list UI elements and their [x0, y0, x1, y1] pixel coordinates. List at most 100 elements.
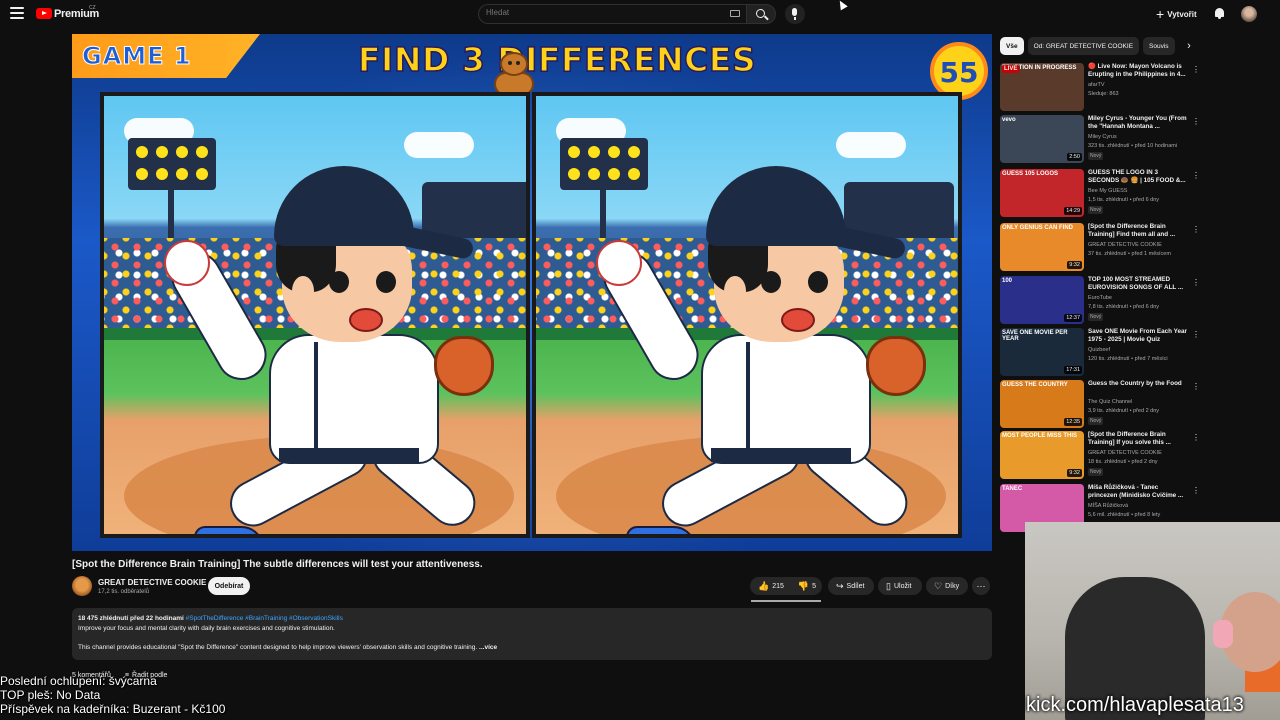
recommended-title[interactable]: 🔴 Live Now: Mayon Volcano is Erupting in…: [1088, 63, 1188, 79]
recommended-title[interactable]: Míša Růžičková - Tanec princezen (Minidi…: [1088, 484, 1188, 500]
thumbnail-text: ONLY GENIUS CAN FIND: [1002, 225, 1074, 231]
recommended-meta: 1,5 tis. zhlédnutí • před 6 dny: [1088, 197, 1160, 203]
puzzle-image-left[interactable]: [100, 92, 530, 538]
recommended-video[interactable]: GUESS 105 LOGOS 14:29 GUESS THE LOGO IN 3 …: [1000, 169, 1200, 221]
video-thumbnail[interactable]: ERUPTION IN PROGRESS LIVE: [1000, 63, 1084, 111]
recommended-title[interactable]: TOP 100 MOST STREAMED EUROVISION SONGS O…: [1088, 276, 1188, 292]
recommended-channel[interactable]: Quizbeef: [1088, 347, 1110, 353]
channel-avatar[interactable]: [72, 576, 92, 596]
recommended-channel[interactable]: GREAT DETECTIVE COOKIE: [1088, 242, 1162, 248]
recommended-channel[interactable]: GREAT DETECTIVE COOKIE: [1088, 450, 1162, 456]
headset-icon: [1213, 620, 1233, 648]
recommended-video[interactable]: vevo 2:50 Miley Cyrus - Younger You (From …: [1000, 115, 1200, 167]
create-button[interactable]: + Vytvořit: [1156, 6, 1197, 22]
recommended-meta: 18 tis. zhlédnutí • před 2 dny: [1088, 459, 1158, 465]
account-avatar[interactable]: [1241, 6, 1257, 22]
thanks-button[interactable]: ♡ Díky: [926, 577, 968, 595]
more-options-icon[interactable]: ⋮: [1192, 65, 1200, 74]
recommended-title[interactable]: GUESS THE LOGO IN 3 SECONDS 🍩 🍔 | 105 FO…: [1088, 169, 1188, 185]
show-more-link[interactable]: ...více: [479, 644, 497, 651]
video-duration: 9:32: [1067, 261, 1082, 269]
more-options-icon[interactable]: ⋮: [1192, 117, 1200, 126]
video-duration: 14:29: [1064, 207, 1082, 215]
video-duration: 12:37: [1064, 314, 1082, 322]
more-options-icon[interactable]: ⋮: [1192, 330, 1200, 339]
video-thumbnail[interactable]: vevo 2:50: [1000, 115, 1084, 163]
webcam-overlay: [1025, 522, 1280, 720]
video-thumbnail[interactable]: MOST PEOPLE MISS THIS 9:32: [1000, 431, 1084, 479]
hashtags[interactable]: #SpotTheDifference #BrainTraining #Obser…: [186, 615, 343, 622]
country-code: CZ: [89, 5, 96, 11]
recommended-channel[interactable]: Miley Cyrus: [1088, 134, 1117, 140]
chip-from-channel[interactable]: Od: GREAT DETECTIVE COOKIE: [1027, 37, 1140, 55]
video-player[interactable]: GAME 1 FIND 3 DIFFERENCES 55: [72, 34, 992, 551]
like-dislike-group[interactable]: 👍 215 👎 5: [750, 577, 822, 595]
video-thumbnail[interactable]: ONLY GENIUS CAN FIND 9:32: [1000, 223, 1084, 271]
recommended-title[interactable]: Guess the Country by the Food: [1088, 380, 1188, 388]
recommended-title[interactable]: Miley Cyrus - Younger You (From the "Han…: [1088, 115, 1188, 131]
thumbs-up-icon[interactable]: 👍: [758, 581, 769, 591]
description-box[interactable]: 18 475 zhlédnutí před 22 hodinami #SpotT…: [72, 608, 992, 660]
recommended-title[interactable]: Save ONE Movie From Each Year 1975 - 202…: [1088, 328, 1188, 344]
search-button[interactable]: [746, 4, 776, 24]
channel-name[interactable]: GREAT DETECTIVE COOKIE: [98, 578, 206, 587]
keyboard-icon[interactable]: [730, 10, 740, 17]
puzzle-image-right[interactable]: [532, 92, 962, 538]
more-options-icon[interactable]: ⋮: [1192, 171, 1200, 180]
recommended-title[interactable]: [Spot the Difference Brain Training] If …: [1088, 431, 1188, 447]
more-options-icon[interactable]: ⋮: [1192, 278, 1200, 287]
more-options-icon[interactable]: ⋮: [1192, 382, 1200, 391]
game-label: GAME 1: [82, 42, 192, 71]
overlay-line-1: Poslední ochlupení: švýcarna: [0, 674, 157, 688]
recommended-channel[interactable]: The Quiz Channel: [1088, 399, 1132, 405]
puzzle-title: FIND 3 DIFFERENCES: [357, 39, 757, 80]
description-line-2: This channel provides educational "Spot …: [78, 644, 478, 651]
more-options-icon[interactable]: ⋮: [1192, 225, 1200, 234]
recommended-video[interactable]: 100 12:37 TOP 100 MOST STREAMED EUROVISION…: [1000, 276, 1200, 328]
thumbnail-text: 100: [1002, 278, 1013, 284]
share-icon: ↪: [836, 580, 844, 591]
plus-icon: +: [1156, 6, 1165, 22]
recommended-video[interactable]: ERUPTION IN PROGRESS LIVE 🔴 Live Now: Mayo…: [1000, 63, 1200, 115]
recommended-channel[interactable]: afarTV: [1088, 82, 1105, 88]
menu-icon[interactable]: [10, 7, 24, 21]
video-thumbnail[interactable]: SAVE ONE MOVIE PER YEAR 17:31: [1000, 328, 1084, 376]
chip-related[interactable]: Souvis: [1143, 37, 1175, 55]
share-button[interactable]: ↪ Sdílet: [828, 577, 874, 595]
recommended-video[interactable]: SAVE ONE MOVIE PER YEAR 17:31 Save ONE Mov…: [1000, 328, 1200, 380]
recommended-video[interactable]: ONLY GENIUS CAN FIND 9:32 [Spot the Differ…: [1000, 223, 1200, 275]
chevron-right-icon[interactable]: ›: [1182, 39, 1196, 53]
recommended-channel[interactable]: MÍŠA Růžičková: [1088, 503, 1128, 509]
recommended-channel[interactable]: EuroTube: [1088, 295, 1112, 301]
recommended-video[interactable]: MOST PEOPLE MISS THIS 9:32 [Spot the Diffe…: [1000, 431, 1200, 483]
youtube-logo-icon[interactable]: [36, 8, 52, 19]
more-options-icon[interactable]: ⋮: [1192, 433, 1200, 442]
recommended-channel[interactable]: Bee My GUESS: [1088, 188, 1127, 194]
video-duration: 12:35: [1064, 418, 1082, 426]
recommended-meta: 3,9 tis. zhlédnutí • před 2 dny: [1088, 408, 1160, 414]
new-badge: Nový: [1088, 206, 1104, 214]
subscribe-button[interactable]: Odebírat: [208, 577, 250, 595]
thumbnail-text: TANEC: [1002, 486, 1023, 492]
video-thumbnail[interactable]: GUESS THE COUNTRY 12:35: [1000, 380, 1084, 428]
create-label: Vytvořit: [1167, 9, 1197, 19]
voice-search-button[interactable]: [785, 4, 805, 24]
recommended-title[interactable]: [Spot the Difference Brain Training] Fin…: [1088, 223, 1188, 239]
thumbnail-text: GUESS 105 LOGOS: [1002, 171, 1059, 177]
recommended-video[interactable]: GUESS THE COUNTRY 12:35 Guess the Country …: [1000, 380, 1200, 432]
chip-all[interactable]: Vše: [1000, 37, 1024, 55]
heart-dollar-icon: ♡: [934, 580, 943, 591]
save-button[interactable]: ▯ Uložit: [878, 577, 922, 595]
search-input[interactable]: [486, 8, 686, 17]
video-thumbnail[interactable]: 100 12:37: [1000, 276, 1084, 324]
subscriber-count: 17,2 tis. odběratelů: [98, 589, 150, 595]
more-actions-icon[interactable]: ⋯: [972, 577, 990, 595]
video-title: [Spot the Difference Brain Training] The…: [72, 559, 483, 570]
thumbs-down-icon[interactable]: 👎: [798, 581, 809, 591]
more-options-icon[interactable]: ⋮: [1192, 486, 1200, 495]
overlay-line-2: TOP pleš: No Data: [0, 688, 101, 703]
notifications-bell-icon[interactable]: [1214, 8, 1225, 19]
video-thumbnail[interactable]: GUESS 105 LOGOS 14:29: [1000, 169, 1084, 217]
pitcher-figure: [594, 166, 926, 534]
filter-chips: Vše Od: GREAT DETECTIVE COOKIE Souvis: [1000, 37, 1175, 55]
